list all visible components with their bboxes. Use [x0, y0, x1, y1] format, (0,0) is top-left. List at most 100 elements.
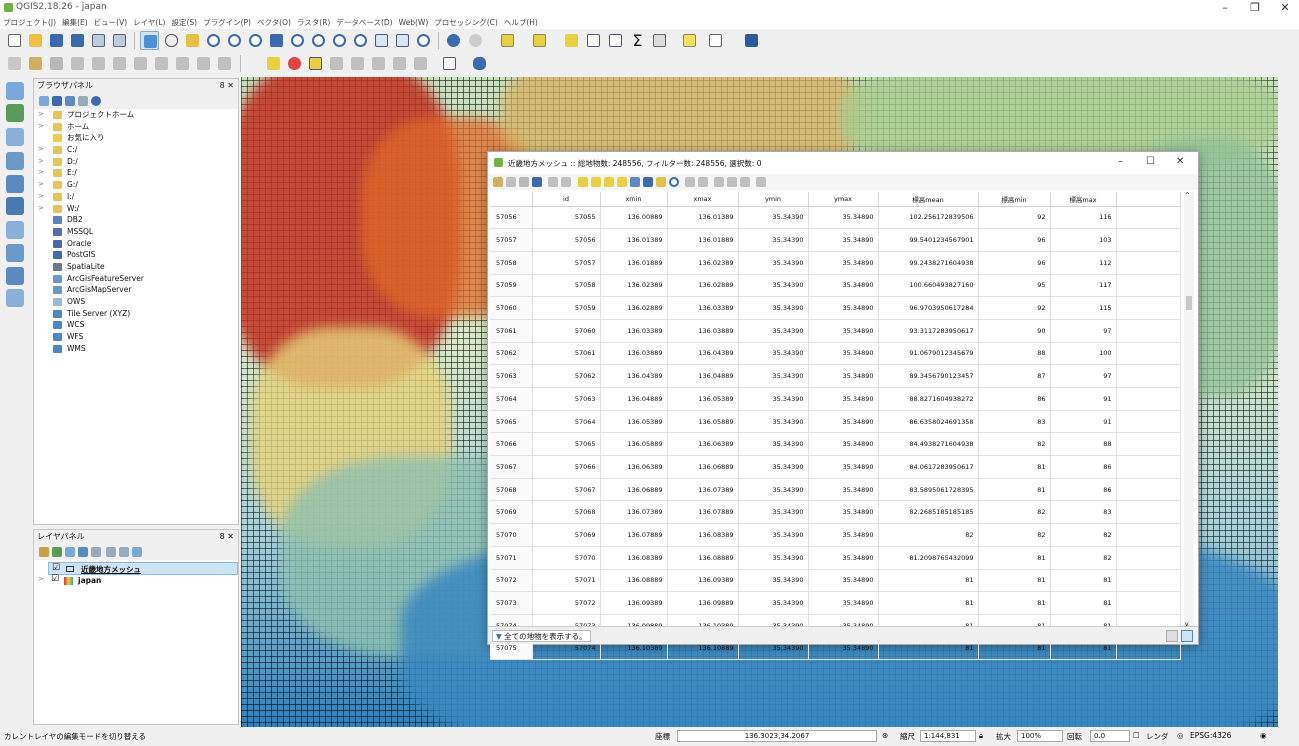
- move-label-button[interactable]: [348, 54, 367, 73]
- table-cell[interactable]: 136.05889: [600, 432, 668, 457]
- table-cell[interactable]: 136.08389: [600, 546, 668, 570]
- delete-feature-icon[interactable]: [561, 177, 571, 187]
- magnifier-field[interactable]: 100%: [1017, 730, 1063, 742]
- highlight-labels-button[interactable]: [327, 54, 346, 73]
- table-cell[interactable]: 100: [1050, 342, 1117, 366]
- scroll-up-icon[interactable]: ^: [1185, 192, 1190, 199]
- table-cell[interactable]: 35.34390: [738, 296, 809, 320]
- multi-edit-icon[interactable]: [506, 177, 516, 187]
- layer-item[interactable]: > ☑ japan: [38, 574, 238, 587]
- table-cell[interactable]: 93.3117283950617: [878, 319, 979, 343]
- table-cell[interactable]: 35.34890: [808, 569, 879, 593]
- maximize-button[interactable]: ☐: [1146, 156, 1155, 167]
- table-cell[interactable]: 136.03889: [667, 319, 739, 343]
- menu-edit[interactable]: 編集(E): [59, 16, 91, 29]
- browser-item[interactable]: ArcGisMapServer: [34, 284, 238, 296]
- table-row[interactable]: 57059 57058 136.02389 136.02889 35.34390 35.3…: [490, 274, 1181, 298]
- table-cell[interactable]: 136.03889: [600, 342, 668, 366]
- collapse-all-icon[interactable]: [78, 96, 88, 106]
- layer-checkbox[interactable]: ☑: [52, 563, 60, 573]
- table-cell[interactable]: 136.06889: [667, 455, 739, 479]
- browser-item[interactable]: > I:/: [34, 191, 238, 203]
- row-header[interactable]: 57058: [490, 251, 533, 275]
- table-cell[interactable]: 136.01389: [600, 228, 668, 252]
- table-cell[interactable]: 136.04389: [667, 342, 739, 366]
- column-header[interactable]: xmax: [667, 192, 739, 207]
- table-cell[interactable]: 136.08389: [667, 523, 739, 547]
- field-calculator-icon[interactable]: [740, 177, 750, 187]
- pan-map-button[interactable]: [162, 31, 181, 50]
- browser-item[interactable]: OWS: [34, 296, 238, 308]
- add-oracle-icon[interactable]: [6, 267, 24, 285]
- add-raster-layer-icon[interactable]: [6, 104, 24, 122]
- table-cell[interactable]: 35.34390: [738, 387, 809, 411]
- table-cell[interactable]: 92: [978, 296, 1051, 320]
- table-cell[interactable]: 35.34390: [738, 478, 809, 502]
- menu-plugins[interactable]: プラグイン(P): [200, 16, 254, 29]
- python-console-button[interactable]: [470, 54, 489, 73]
- add-group-icon[interactable]: [52, 547, 62, 557]
- zoom-native-button[interactable]: [330, 31, 349, 50]
- column-header[interactable]: 標高mean: [878, 192, 979, 207]
- table-cell[interactable]: 99.2438271604938: [878, 251, 979, 275]
- save-as-button[interactable]: [68, 31, 87, 50]
- refresh-button[interactable]: [414, 31, 433, 50]
- browser-item[interactable]: > W:/: [34, 203, 238, 215]
- table-cell[interactable]: 57057: [532, 251, 601, 275]
- row-header[interactable]: 57066: [490, 432, 533, 457]
- menu-layer[interactable]: レイヤ(L): [130, 16, 168, 29]
- table-cell[interactable]: 136.04889: [667, 364, 739, 388]
- deselect-button[interactable]: [530, 31, 549, 50]
- render-checkbox[interactable]: ☐: [1133, 731, 1140, 740]
- table-cell[interactable]: 82: [978, 500, 1051, 525]
- table-cell[interactable]: 90: [978, 319, 1051, 343]
- expand-arrow-icon[interactable]: >: [38, 179, 44, 191]
- browser-item[interactable]: SpatiaLite: [34, 261, 238, 273]
- table-row[interactable]: 57062 57061 136.03889 136.04389 35.34390 35.3…: [490, 342, 1181, 366]
- expand-arrow-icon[interactable]: >: [38, 109, 44, 121]
- table-cell[interactable]: 81: [978, 455, 1051, 479]
- table-cell[interactable]: 82: [978, 432, 1051, 457]
- browser-item[interactable]: Oracle: [34, 238, 238, 250]
- column-header[interactable]: ymin: [738, 192, 809, 207]
- table-cell[interactable]: 35.34390: [738, 342, 809, 366]
- table-cell[interactable]: 57067: [532, 478, 601, 502]
- table-cell[interactable]: 81: [978, 591, 1051, 615]
- table-cell[interactable]: 115: [1050, 296, 1117, 320]
- text-annotation-button[interactable]: [706, 31, 725, 50]
- lock-scale-icon[interactable]: 🔒︎: [979, 731, 983, 741]
- menu-project[interactable]: プロジェクト(J): [0, 16, 59, 29]
- new-map-view-button[interactable]: [393, 31, 412, 50]
- table-cell[interactable]: 35.34890: [808, 523, 879, 547]
- help-button[interactable]: [742, 31, 761, 50]
- expand-arrow-icon[interactable]: >: [38, 575, 44, 583]
- row-header[interactable]: 57067: [490, 455, 533, 479]
- table-row[interactable]: 57072 57071 136.08889 136.09389 35.34390 35.3…: [490, 569, 1181, 593]
- add-spatialite-icon[interactable]: [6, 152, 24, 170]
- copy-features-button[interactable]: [194, 54, 213, 73]
- browser-item[interactable]: > D:/: [34, 156, 238, 168]
- menu-help[interactable]: ヘルプ(H): [501, 16, 541, 29]
- table-cell[interactable]: 35.34390: [738, 523, 809, 547]
- table-cell[interactable]: 35.34390: [738, 410, 809, 434]
- add-wcs-icon[interactable]: [6, 221, 24, 239]
- table-cell[interactable]: 136.03389: [667, 296, 739, 320]
- maximize-button[interactable]: ❐: [1240, 1, 1270, 14]
- table-cell[interactable]: 35.34890: [808, 410, 879, 434]
- add-mssql-icon[interactable]: [6, 175, 24, 193]
- table-cell[interactable]: 83: [978, 410, 1051, 434]
- expression-filter-icon[interactable]: [91, 547, 101, 557]
- add-vector-layer-icon[interactable]: [6, 82, 24, 100]
- minimize-button[interactable]: –: [1118, 156, 1123, 167]
- table-cell[interactable]: 81: [978, 478, 1051, 502]
- select-by-expression-icon[interactable]: [578, 177, 588, 187]
- table-cell[interactable]: 84.4938271604938: [878, 432, 979, 457]
- browser-item[interactable]: DB2: [34, 214, 238, 226]
- save-edits-button[interactable]: [47, 54, 66, 73]
- table-cell[interactable]: 81: [1050, 569, 1117, 593]
- column-header[interactable]: ymax: [808, 192, 879, 207]
- table-cell[interactable]: 35.34890: [808, 364, 879, 388]
- row-header[interactable]: 57071: [490, 546, 533, 570]
- table-cell[interactable]: 35.34890: [808, 591, 879, 615]
- table-cell[interactable]: 35.34890: [808, 546, 879, 570]
